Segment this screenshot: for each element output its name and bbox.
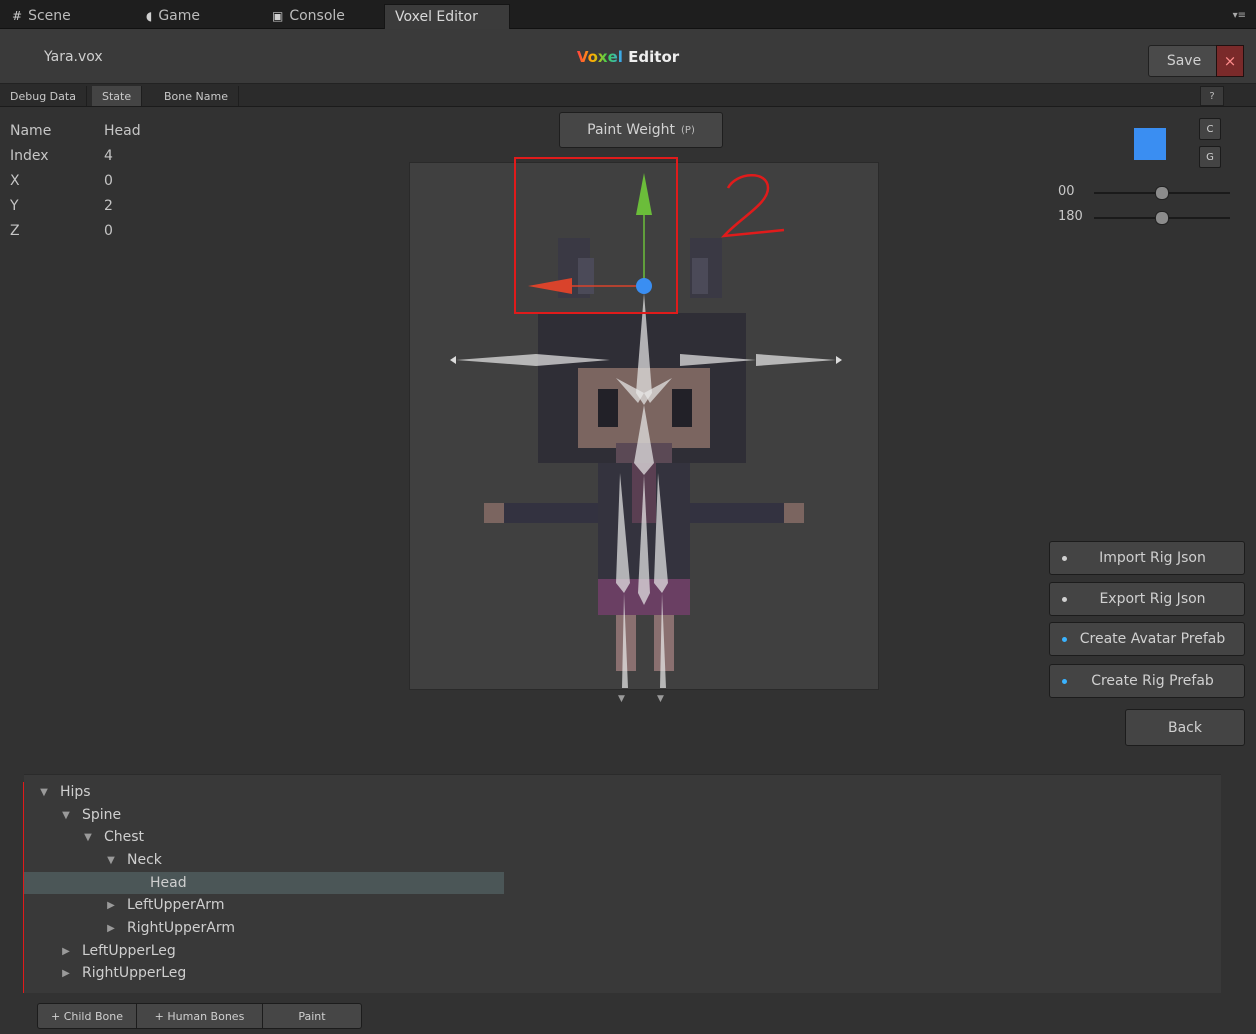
tree-item-head[interactable]: Head xyxy=(24,872,504,894)
bone-tree-panel: ▼ Hips ▼ Spine ▼ Chest ▼ Neck Head ▶ LeftUppe… xyxy=(24,774,1221,993)
console-icon: ▣ xyxy=(272,9,284,23)
tree-item-spine[interactable]: ▼ Spine xyxy=(24,804,436,826)
editor-title: Voxel Editor xyxy=(0,48,1256,66)
slider-2-label: 180 xyxy=(1058,209,1083,224)
tree-item-label: Hips xyxy=(60,784,91,800)
color-swatch[interactable] xyxy=(1134,128,1166,160)
pacman-icon: ◖ xyxy=(146,9,153,23)
tree-item-chest[interactable]: ▼ Chest xyxy=(24,826,458,848)
info-z-key: Z xyxy=(10,223,20,239)
expand-arrow-icon[interactable]: ▼ xyxy=(38,787,50,798)
paint-weight-shortcut: (P) xyxy=(681,124,695,136)
slider-2-handle[interactable] xyxy=(1155,211,1169,225)
editor-title-editor: Editor xyxy=(622,48,680,66)
tree-item-label: LeftUpperArm xyxy=(127,897,225,913)
editor-header: Yara.vox Voxel Editor Save × xyxy=(0,29,1256,84)
tree-item-rightupperleg[interactable]: ▶ RightUpperLeg xyxy=(24,962,436,984)
create-rig-prefab-button[interactable]: Create Rig Prefab xyxy=(1049,664,1245,698)
expand-arrow-icon[interactable]: ▶ xyxy=(60,946,72,957)
back-button[interactable]: Back xyxy=(1125,709,1245,746)
export-rig-json-label: Export Rig Json xyxy=(1099,591,1206,607)
info-index-value: 4 xyxy=(104,148,113,164)
info-x-value: 0 xyxy=(104,173,113,189)
viewport-foot-left-icon: ▼ xyxy=(618,694,625,704)
export-rig-json-button[interactable]: Export Rig Json xyxy=(1049,582,1245,616)
paint-weight-button[interactable]: Paint Weight (P) xyxy=(559,112,723,148)
close-button[interactable]: × xyxy=(1216,45,1244,77)
paint-weight-label: Paint Weight xyxy=(587,122,676,138)
add-human-bones-button[interactable]: + Human Bones xyxy=(136,1003,263,1029)
import-rig-json-button[interactable]: Import Rig Json xyxy=(1049,541,1245,575)
annotation-number-2 xyxy=(720,174,785,238)
expand-arrow-icon[interactable]: ▼ xyxy=(82,832,94,843)
tree-item-neck[interactable]: ▼ Neck xyxy=(24,849,481,871)
tab-console[interactable]: ▣ Console xyxy=(262,4,355,28)
expand-arrow-icon[interactable]: ▼ xyxy=(105,855,117,866)
window-tab-bar: # Scene ◖ Game ▣ Console Voxel Editor ▾≡ xyxy=(0,0,1256,29)
create-rig-prefab-label: Create Rig Prefab xyxy=(1091,673,1214,689)
info-z-value: 0 xyxy=(104,223,113,239)
g-button[interactable]: G xyxy=(1199,146,1221,168)
tab-bone-name[interactable]: Bone Name xyxy=(154,86,239,106)
window-menu-icon[interactable]: ▾≡ xyxy=(1233,10,1246,21)
info-x-key: X xyxy=(10,173,20,189)
expand-arrow-icon[interactable]: ▶ xyxy=(60,968,72,979)
tree-item-label: LeftUpperLeg xyxy=(82,943,176,959)
expand-arrow-icon[interactable]: ▼ xyxy=(60,810,72,821)
info-name-value: Head xyxy=(104,123,141,139)
tree-item-label: RightUpperLeg xyxy=(82,965,187,981)
tree-item-label: Spine xyxy=(82,807,122,823)
info-y-key: Y xyxy=(10,198,19,214)
annotation-box-2 xyxy=(514,157,678,314)
info-index-key: Index xyxy=(10,148,49,164)
info-y-value: 2 xyxy=(104,198,113,214)
tab-game-label: Game xyxy=(158,8,201,24)
tree-item-label: Chest xyxy=(104,829,145,845)
slider-1-handle[interactable] xyxy=(1155,186,1169,200)
import-rig-json-label: Import Rig Json xyxy=(1099,550,1206,566)
tree-item-label: RightUpperArm xyxy=(127,920,235,936)
viewport-foot-right-icon: ▼ xyxy=(657,694,664,704)
tab-console-label: Console xyxy=(289,8,345,24)
expand-arrow-icon[interactable]: ▶ xyxy=(105,900,117,911)
tab-state[interactable]: State xyxy=(92,86,143,106)
tree-item-label: Head xyxy=(150,875,187,891)
tab-scene[interactable]: # Scene xyxy=(2,4,81,28)
grid-icon: # xyxy=(12,9,23,23)
tab-voxel-editor[interactable]: Voxel Editor xyxy=(384,4,510,29)
editor-title-voxel: Voxel xyxy=(576,48,623,66)
tree-item-leftupperleg[interactable]: ▶ LeftUpperLeg xyxy=(24,940,436,962)
create-avatar-prefab-button[interactable]: Create Avatar Prefab xyxy=(1049,622,1245,656)
add-child-bone-button[interactable]: + Child Bone xyxy=(37,1003,137,1029)
tree-item-rightupperarm[interactable]: ▶ RightUpperArm xyxy=(24,917,481,939)
paint-button[interactable]: Paint xyxy=(262,1003,362,1029)
slider-1-label: 00 xyxy=(1058,184,1075,199)
tree-item-hips[interactable]: ▼ Hips xyxy=(24,781,414,803)
save-button[interactable]: Save xyxy=(1148,45,1220,77)
tool-tabs: Debug Data State Bone Name ? xyxy=(0,84,1256,107)
tree-item-label: Neck xyxy=(127,852,162,868)
tab-scene-label: Scene xyxy=(28,8,71,24)
tab-debug-data[interactable]: Debug Data xyxy=(0,86,87,106)
info-name-key: Name xyxy=(10,123,52,139)
tree-item-leftupperarm[interactable]: ▶ LeftUpperArm xyxy=(24,894,481,916)
tab-voxel-editor-label: Voxel Editor xyxy=(395,9,478,25)
create-avatar-prefab-label: Create Avatar Prefab xyxy=(1079,631,1226,647)
help-button[interactable]: ? xyxy=(1200,86,1224,106)
expand-arrow-icon[interactable]: ▶ xyxy=(105,923,117,934)
tab-game[interactable]: ◖ Game xyxy=(136,4,210,28)
c-button[interactable]: C xyxy=(1199,118,1221,140)
